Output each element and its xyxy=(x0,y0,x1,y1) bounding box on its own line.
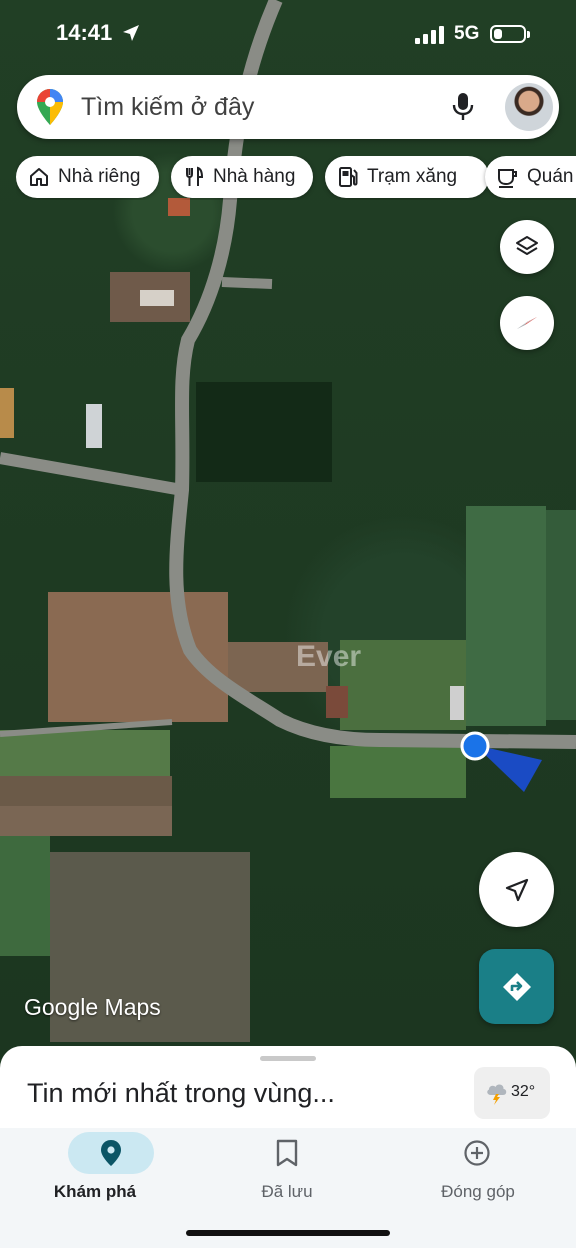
compass-icon xyxy=(517,317,537,329)
sheet-drag-handle[interactable] xyxy=(260,1056,316,1061)
status-bar: 14:41 5G xyxy=(0,0,576,70)
weather-temperature: 32° xyxy=(511,1083,536,1100)
compass-button[interactable] xyxy=(500,296,554,350)
house-roof xyxy=(168,198,190,216)
bookmark-icon xyxy=(276,1139,298,1167)
thunderstorm-icon xyxy=(487,1084,507,1105)
nav-saved[interactable]: Đã lưu xyxy=(207,1128,367,1228)
crop-field xyxy=(330,746,466,798)
chip-restaurant[interactable]: Nhà hàng xyxy=(171,156,313,198)
google-maps-logo: Google Maps xyxy=(24,994,161,1020)
layers-button[interactable] xyxy=(500,220,554,274)
search-input[interactable]: Tìm kiếm ở đây xyxy=(81,93,254,122)
crop-field xyxy=(0,730,170,776)
house-roof xyxy=(450,686,464,720)
battery-level xyxy=(494,29,502,39)
nav-label: Đóng góp xyxy=(441,1182,515,1201)
weather-badge[interactable]: 32° xyxy=(474,1067,550,1119)
side-road xyxy=(0,452,184,496)
field-plot xyxy=(0,776,172,806)
nav-contribute[interactable]: Đóng góp xyxy=(398,1128,558,1228)
sheet-title: Tin mới nhất trong vùng... xyxy=(27,1078,335,1108)
category-chips: Nhà riêng Nhà hàng Trạm xăng Quán xyxy=(16,156,576,200)
home-indicator xyxy=(186,1230,390,1236)
chip-home[interactable]: Nhà riêng xyxy=(16,156,159,198)
chip-label: Nhà riêng xyxy=(58,166,141,187)
house-roof xyxy=(140,290,174,306)
chip-label: Trạm xăng xyxy=(367,166,458,187)
crop-field xyxy=(546,510,576,720)
side-road xyxy=(221,277,273,289)
battery-icon xyxy=(490,25,526,43)
add-circle-icon xyxy=(464,1140,490,1166)
status-time: 14:41 xyxy=(56,20,113,45)
watermark: Ever xyxy=(296,640,362,673)
directions-icon xyxy=(502,972,531,1001)
microphone-icon[interactable] xyxy=(451,92,475,122)
chip-gas-station[interactable]: Trạm xăng xyxy=(325,156,489,198)
navigation-arrow-icon xyxy=(505,878,528,901)
home-icon xyxy=(30,168,48,186)
chip-label: Quán xyxy=(527,166,574,187)
explore-pin-icon xyxy=(101,1140,121,1166)
cafe-icon xyxy=(498,169,517,188)
directions-button[interactable] xyxy=(479,949,554,1024)
restaurant-icon xyxy=(186,166,204,186)
gas-station-icon xyxy=(339,167,358,187)
battery-cap xyxy=(527,31,530,38)
house-roof xyxy=(86,404,102,448)
bare-ground xyxy=(0,388,14,438)
field-plot xyxy=(0,806,172,836)
chip-label: Nhà hàng xyxy=(213,166,296,187)
forest-plot xyxy=(196,382,332,482)
search-bar[interactable]: Tìm kiếm ở đây xyxy=(17,75,559,139)
crop-field xyxy=(466,506,546,726)
network-type: 5G xyxy=(454,23,480,44)
house-roof xyxy=(326,686,348,718)
nav-label: Đã lưu xyxy=(261,1182,313,1201)
cellular-signal-icon xyxy=(415,26,444,44)
my-location-button[interactable] xyxy=(479,852,554,927)
nav-label: Khám phá xyxy=(53,1182,137,1201)
current-location-dot xyxy=(460,731,490,761)
avatar[interactable] xyxy=(505,83,553,131)
chip-cafe[interactable]: Quán xyxy=(485,156,576,198)
nav-explore[interactable]: Khám phá xyxy=(15,1128,175,1228)
location-arrow-icon xyxy=(123,25,139,41)
layers-icon xyxy=(516,236,538,255)
google-maps-pin-icon xyxy=(37,89,63,125)
crop-field xyxy=(0,836,50,956)
